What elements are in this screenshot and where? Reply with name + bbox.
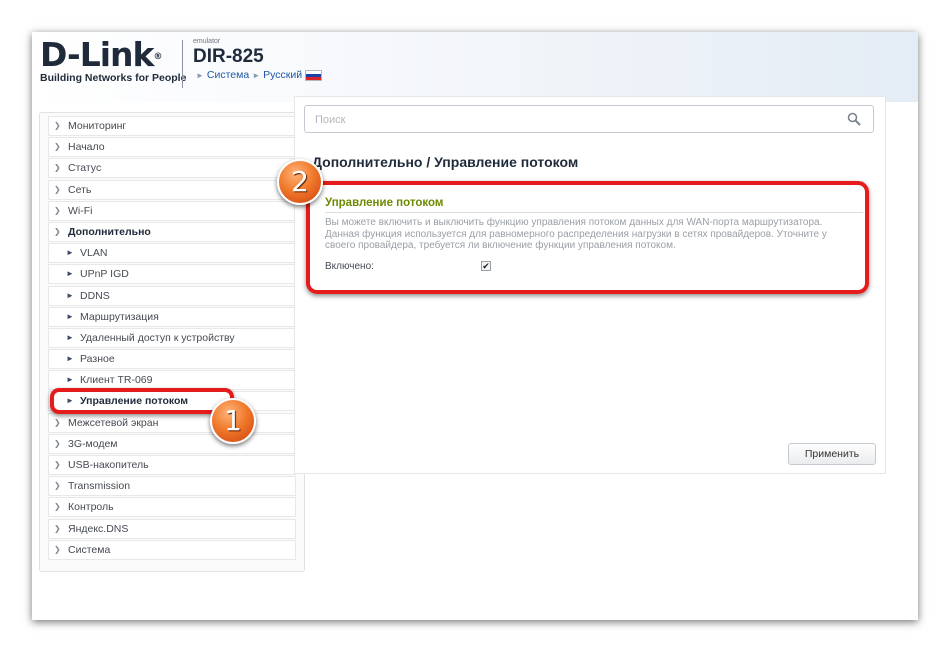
sidebar-item-yandex-dns[interactable]: ❯ Яндекс.DNS	[48, 518, 296, 539]
chevron-right-icon: ❯	[54, 438, 61, 448]
step-badge-2: 2	[277, 159, 323, 205]
search-icon[interactable]	[847, 112, 861, 126]
chevron-right-icon: ❯	[54, 163, 61, 173]
apply-button[interactable]: Применить	[788, 443, 876, 465]
chevron-right-icon: ❯	[54, 184, 61, 194]
step-badge-1: 1	[210, 398, 256, 444]
sidebar-item-transmission[interactable]: ❯ Transmission	[48, 476, 296, 497]
dlink-logo: D-Link® Building Networks for People	[40, 35, 187, 85]
breadcrumb-arrow-icon: ►	[196, 71, 204, 80]
logo-tagline: Building Networks for People	[40, 72, 187, 84]
registered-mark: ®	[153, 52, 162, 62]
chevron-right-icon: ❯	[54, 205, 61, 215]
language-link[interactable]: Русский	[263, 69, 302, 81]
sidebar-item-advanced[interactable]: ❯ Дополнительно	[48, 221, 296, 242]
router-web-interface: D-Link® Building Networks for People emu…	[32, 32, 918, 620]
header-breadcrumb: ► Система ► Русский	[193, 68, 323, 83]
breadcrumb-arrow-icon: ►	[252, 71, 261, 80]
sidebar-item-network[interactable]: ❯ Сеть	[48, 179, 296, 200]
triangle-right-icon: ►	[66, 332, 74, 342]
chevron-right-icon: ❯	[54, 121, 61, 130]
chevron-right-icon: ❯	[54, 460, 61, 469]
chevron-right-icon: ❯	[54, 481, 61, 491]
sidebar-subitem-upnp[interactable]: ► UPnP IGD	[48, 264, 296, 285]
sidebar-subitem-misc[interactable]: ► Разное	[48, 349, 296, 370]
page-title: Дополнительно / Управление потоком	[312, 154, 579, 170]
sidebar-subitem-remote-access[interactable]: ► Удаленный доступ к устройству	[48, 327, 296, 348]
sidebar-item-usb-storage[interactable]: ❯ USB-накопитель	[48, 455, 296, 475]
sidebar-subitem-routing[interactable]: ► Маршрутизация	[48, 306, 296, 327]
breadcrumb-system-link[interactable]: Система	[207, 69, 249, 81]
sidebar: ❯ Мониторинг ❯ Начало ❯ Статус ❯ Сеть ❯ Wi-Fi…	[39, 112, 305, 572]
triangle-right-icon: ►	[66, 290, 74, 300]
sidebar-item-system[interactable]: ❯ Система	[48, 539, 296, 560]
search-box	[304, 105, 874, 133]
triangle-right-icon: ►	[66, 269, 74, 279]
triangle-right-icon: ►	[66, 354, 74, 364]
header-divider	[182, 40, 183, 88]
emulator-label: emulator	[193, 38, 221, 45]
triangle-right-icon: ►	[66, 248, 74, 258]
header: D-Link® Building Networks for People emu…	[32, 32, 918, 102]
highlight-flow-control-menu	[50, 388, 234, 414]
chevron-right-icon: ❯	[54, 523, 61, 533]
triangle-right-icon: ►	[66, 311, 74, 321]
model-name: DIR-825	[193, 46, 264, 67]
russian-flag-icon[interactable]	[305, 69, 323, 81]
chevron-right-icon: ❯	[54, 502, 61, 512]
sidebar-item-monitoring[interactable]: ❯ Мониторинг	[48, 116, 296, 136]
triangle-right-icon: ►	[66, 375, 74, 385]
sidebar-subitem-vlan[interactable]: ► VLAN	[48, 243, 296, 264]
sidebar-item-start[interactable]: ❯ Начало	[48, 137, 296, 158]
chevron-right-icon: ❯	[54, 544, 61, 554]
chevron-right-icon: ❯	[54, 142, 61, 152]
sidebar-menu: ❯ Мониторинг ❯ Начало ❯ Статус ❯ Сеть ❯ Wi-Fi…	[48, 116, 296, 561]
sidebar-item-status[interactable]: ❯ Статус	[48, 158, 296, 179]
sidebar-item-firewall[interactable]: ❯ Межсетевой экран	[48, 412, 296, 433]
chevron-right-icon: ❯	[54, 417, 61, 427]
logo-text: D-Link	[40, 35, 154, 74]
highlight-flow-control-section	[306, 181, 869, 294]
search-input[interactable]	[313, 111, 837, 129]
sidebar-item-wifi[interactable]: ❯ Wi-Fi	[48, 200, 296, 221]
sidebar-subitem-ddns[interactable]: ► DDNS	[48, 285, 296, 306]
sidebar-item-3g-modem[interactable]: ❯ 3G-модем	[48, 433, 296, 454]
model-block: emulator DIR-825 ► Система ► Русский	[193, 38, 323, 83]
sidebar-item-control[interactable]: ❯ Контроль	[48, 497, 296, 518]
chevron-down-icon: ❯	[54, 226, 61, 236]
